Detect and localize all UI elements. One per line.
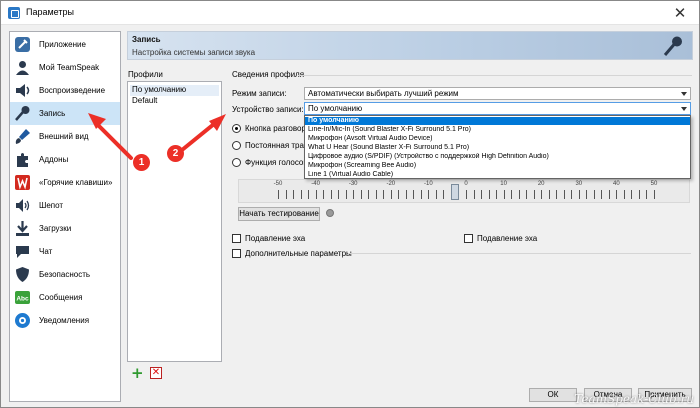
annotation-arrows [88, 113, 226, 160]
annotation-marker-1: 1 [133, 154, 150, 171]
annotation-marker-2: 2 [167, 145, 184, 162]
arrow-1 [88, 113, 133, 160]
arrow-2 [180, 114, 226, 152]
watermark: TeamSpeak-Club.ru [574, 392, 694, 406]
